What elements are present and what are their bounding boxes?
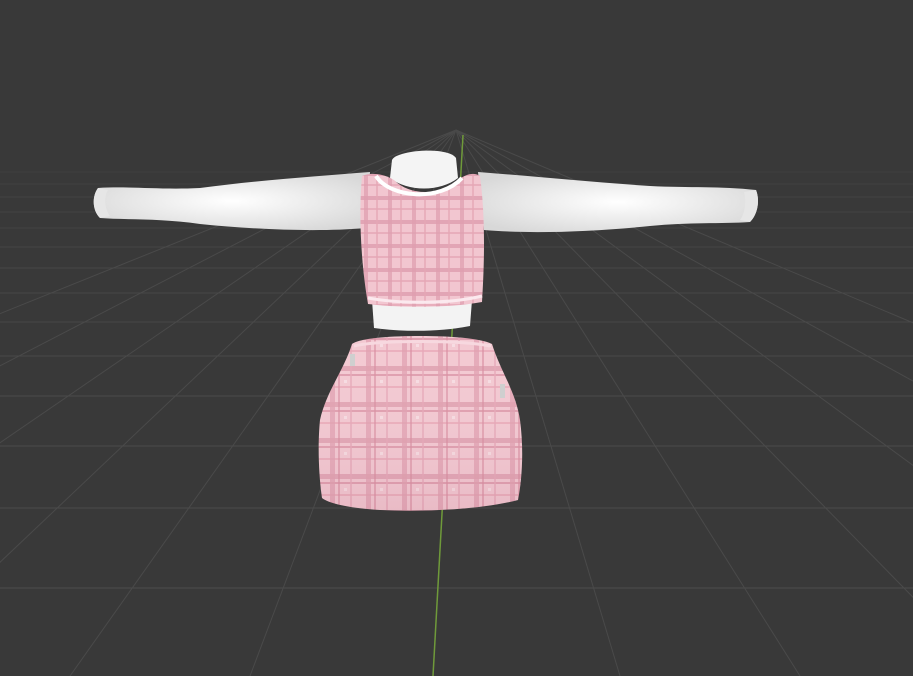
viewport-scene[interactable] — [0, 0, 913, 676]
left-sleeve — [93, 172, 371, 231]
skirt-side-detail-left — [350, 354, 355, 366]
3d-viewport[interactable] — [0, 0, 913, 676]
skirt-side-detail-right — [500, 384, 505, 398]
right-sleeve — [478, 172, 758, 233]
clothing-model[interactable] — [93, 150, 758, 511]
turtleneck-collar — [390, 150, 458, 189]
